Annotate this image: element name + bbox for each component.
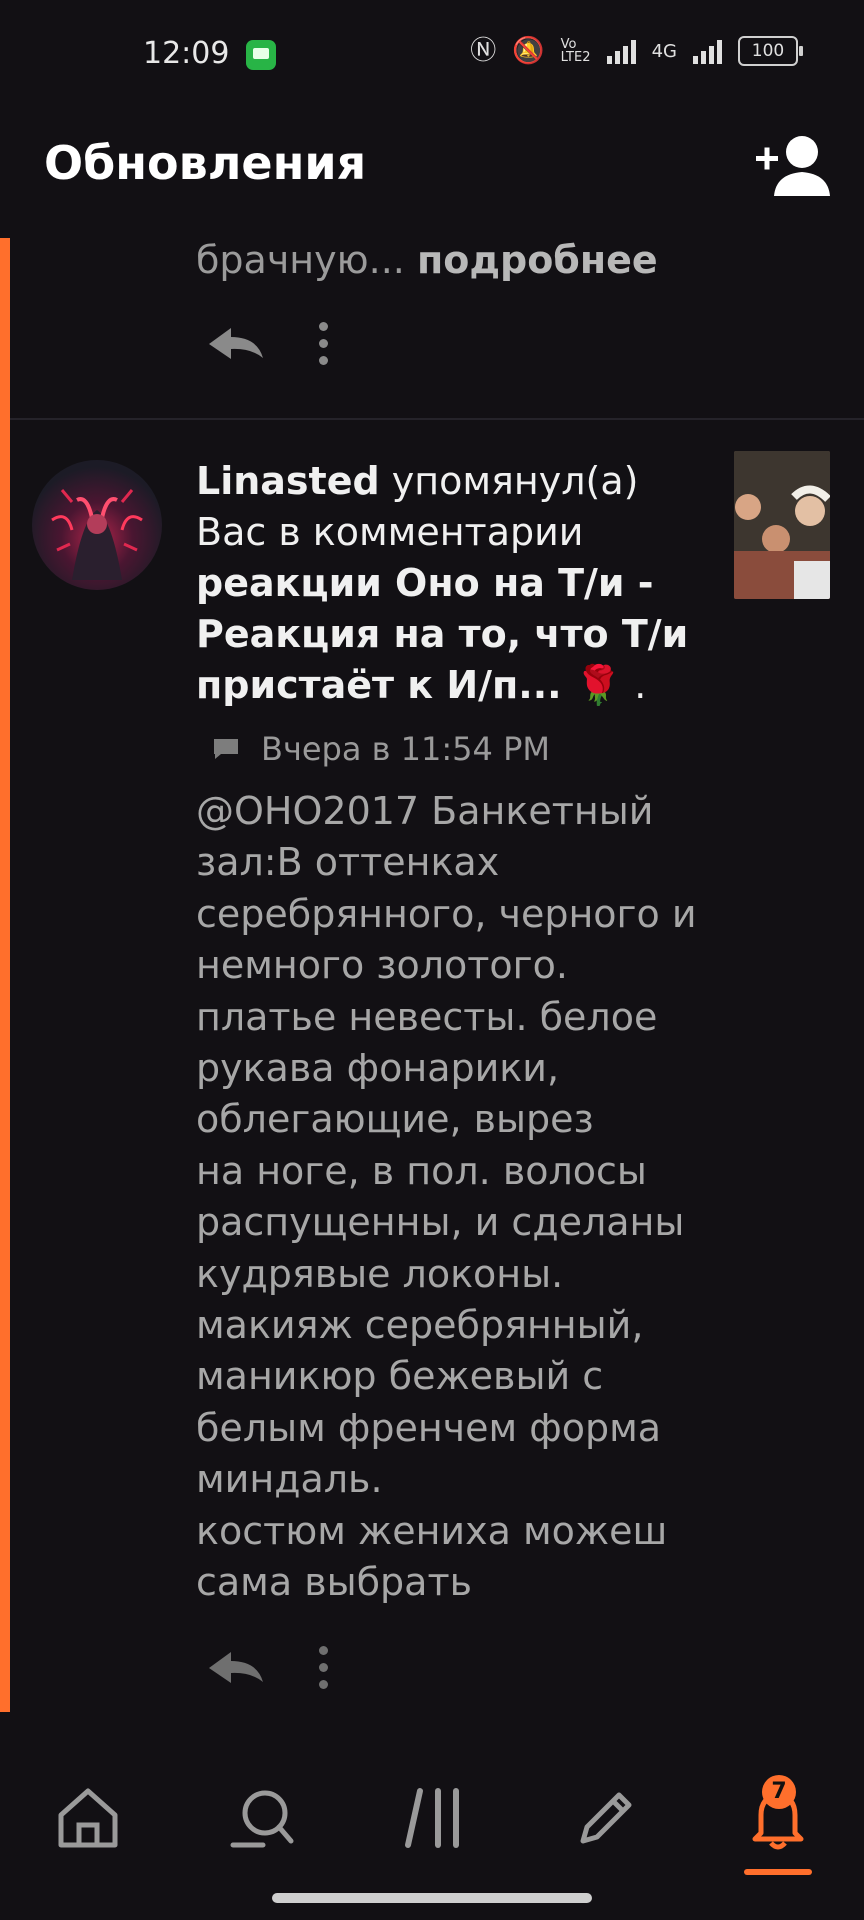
- signal-icon-2: [693, 38, 722, 64]
- story-title[interactable]: реакции Оно на Т/и - Реакция на то, что …: [196, 561, 688, 707]
- previous-item-actions: [205, 322, 328, 365]
- signal-icon: [606, 38, 636, 64]
- home-icon: [58, 1788, 118, 1848]
- notification-meta: Вчера в 11:54 PM: [213, 730, 550, 768]
- more-options-icon[interactable]: [319, 322, 328, 365]
- notifications-feed[interactable]: брачную... подробнее Linasted упомянул(а…: [0, 238, 864, 1712]
- home-indicator[interactable]: [272, 1893, 592, 1903]
- mute-icon: 🔕: [512, 36, 545, 66]
- comment-text[interactable]: @ОНО2017 Банкетный зал:В оттенках серебр…: [196, 786, 756, 1609]
- add-user-icon[interactable]: [752, 130, 832, 200]
- nav-search[interactable]: [222, 1778, 302, 1858]
- nav-library[interactable]: [393, 1778, 473, 1858]
- reply-icon[interactable]: [205, 1648, 267, 1688]
- previous-item-text: брачную...: [196, 238, 405, 282]
- nfc-icon: Ⓝ: [470, 36, 497, 66]
- unread-indicator: [0, 238, 10, 1712]
- more-options-icon[interactable]: [319, 1646, 328, 1689]
- status-bar: 12:09 Ⓝ 🔕 Vo LTE2 4G 100: [0, 0, 864, 110]
- nav-home[interactable]: [48, 1778, 128, 1858]
- app-bar: Обновления: [0, 110, 864, 238]
- comment-icon: [214, 739, 238, 759]
- notification-user[interactable]: Linasted: [196, 459, 380, 503]
- notification-actions: [205, 1646, 328, 1689]
- notification-text[interactable]: Linasted упомянул(а) Вас в комментарии р…: [196, 456, 716, 711]
- network-label: 4G: [651, 40, 677, 62]
- page-title: Обновления: [44, 136, 367, 190]
- reply-icon[interactable]: [205, 324, 267, 364]
- status-icons: Ⓝ 🔕 Vo LTE2 4G 100: [470, 36, 803, 66]
- library-icon: [405, 1788, 459, 1848]
- notification-timestamp: Вчера в 11:54 PM: [261, 730, 550, 768]
- status-time: 12:09: [143, 36, 230, 71]
- avatar[interactable]: [32, 460, 162, 590]
- battery-icon: 100: [738, 36, 803, 66]
- messages-notification-icon: [246, 40, 276, 70]
- volte-label: Vo LTE2: [560, 37, 591, 65]
- write-icon: [580, 1792, 632, 1844]
- search-icon: [230, 1790, 294, 1848]
- divider: [10, 418, 864, 420]
- read-more-link[interactable]: подробнее: [417, 238, 658, 282]
- previous-item-excerpt: брачную... подробнее: [196, 238, 658, 282]
- notifications-badge: 7: [762, 1775, 796, 1809]
- nav-write[interactable]: [566, 1778, 646, 1858]
- story-thumbnail[interactable]: [734, 451, 830, 599]
- bottom-navigation: 7: [0, 1712, 864, 1920]
- title-end: .: [634, 663, 647, 707]
- active-tab-indicator: [744, 1869, 812, 1875]
